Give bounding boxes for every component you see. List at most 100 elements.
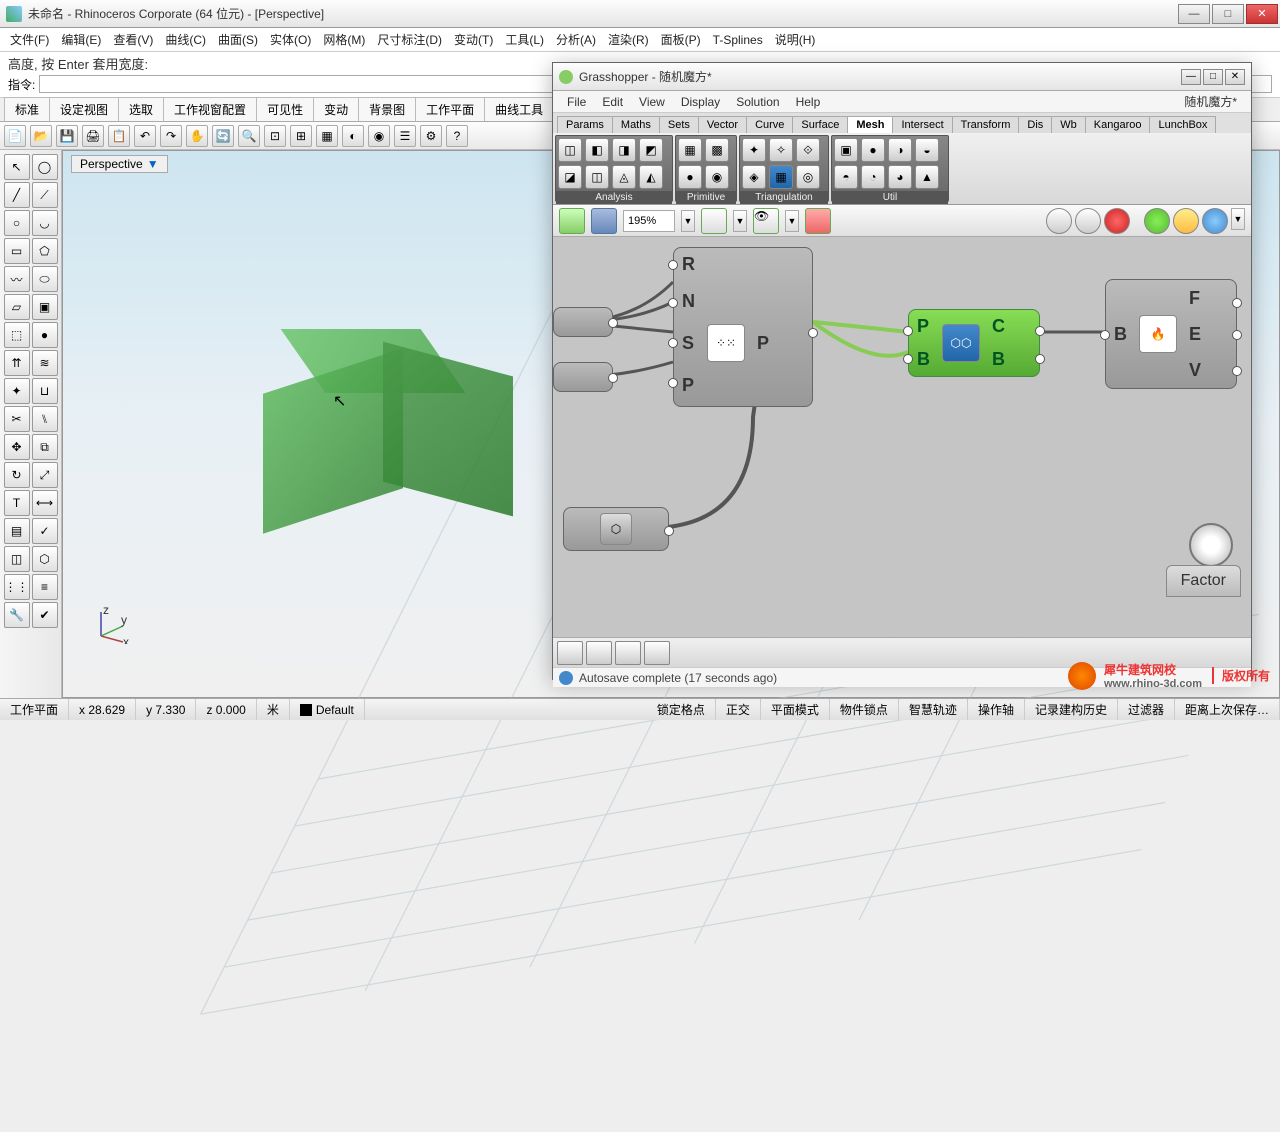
gh-titlebar[interactable]: Grasshopper - 随机魔方* — □ ✕	[553, 63, 1251, 91]
gh-doc-name[interactable]: 随机魔方*	[1176, 91, 1245, 112]
tab-standard[interactable]: 标准	[4, 97, 50, 121]
split-icon[interactable]: ⑊	[32, 406, 58, 432]
gh-tab-surface[interactable]: Surface	[792, 116, 848, 133]
render-icon[interactable]: ◉	[368, 125, 390, 147]
gh-node-populate[interactable]: R N S P ⁘⁙ P	[673, 247, 813, 407]
dim-icon[interactable]: ⟷	[32, 490, 58, 516]
status-smarttrack[interactable]: 智慧轨迹	[899, 699, 968, 720]
status-filter[interactable]: 过滤器	[1118, 699, 1175, 720]
menu-surface[interactable]: 曲面(S)	[212, 29, 264, 50]
layers-icon[interactable]: ☰	[394, 125, 416, 147]
gh-shade-icon[interactable]	[1046, 208, 1072, 234]
gh-menu-edit[interactable]: Edit	[594, 93, 631, 111]
menu-help[interactable]: 说明(H)	[769, 29, 822, 50]
comp-icon[interactable]: ✧	[769, 138, 793, 162]
status-osnap[interactable]: 物件锁点	[830, 699, 899, 720]
gh-tab-transform[interactable]: Transform	[952, 116, 1020, 133]
comp-icon[interactable]: ▦	[678, 138, 702, 162]
menu-transform[interactable]: 变动(T)	[448, 29, 499, 50]
comp-icon[interactable]: ◧	[585, 138, 609, 162]
zoomwin-icon[interactable]: ⊞	[290, 125, 312, 147]
status-cplane[interactable]: 工作平面	[0, 699, 69, 720]
comp-icon[interactable]: ✦	[742, 138, 766, 162]
menu-dim[interactable]: 尺寸标注(D)	[371, 29, 448, 50]
zoom-icon[interactable]: 🔍	[238, 125, 260, 147]
hatch-icon[interactable]: ▤	[4, 518, 30, 544]
comp-icon[interactable]: ◒	[915, 138, 939, 162]
gh-tab-sets[interactable]: Sets	[659, 116, 699, 133]
gh-tab-vector[interactable]: Vector	[698, 116, 747, 133]
box-icon[interactable]: ⬚	[4, 322, 30, 348]
new-icon[interactable]: 📄	[4, 125, 26, 147]
gh-bb-2[interactable]	[586, 641, 612, 665]
comp-icon[interactable]: ◑	[888, 138, 912, 162]
circle-icon[interactable]: ○	[4, 210, 30, 236]
gh-bb-4[interactable]	[644, 641, 670, 665]
misc-icon[interactable]: ⬡	[32, 546, 58, 572]
props-icon[interactable]: ⚙	[420, 125, 442, 147]
status-history[interactable]: 记录建构历史	[1025, 699, 1118, 720]
gh-menu-display[interactable]: Display	[673, 93, 728, 111]
menubar[interactable]: 文件(F) 编辑(E) 查看(V) 曲线(C) 曲面(S) 实体(O) 网格(M…	[0, 28, 1280, 52]
gh-preview-dd[interactable]: ▼	[785, 210, 799, 232]
mesh-geometry[interactable]	[263, 331, 473, 531]
tab-setview[interactable]: 设定视图	[49, 97, 119, 121]
gh-sketch-icon[interactable]	[805, 208, 831, 234]
pointer-icon[interactable]: ↖	[4, 154, 30, 180]
gh-node-brep[interactable]: ⬡	[563, 507, 669, 551]
menu-analyze[interactable]: 分析(A)	[550, 29, 602, 50]
rect-icon[interactable]: ▭	[4, 238, 30, 264]
comp-icon[interactable]: ◪	[558, 165, 582, 189]
gh-node-voronoi[interactable]: PB ⬡⬡ CB	[908, 309, 1040, 377]
gh-menu-view[interactable]: View	[631, 93, 673, 111]
tab-transform[interactable]: 变动	[313, 97, 359, 121]
line-icon[interactable]: ╱	[4, 182, 30, 208]
gh-tab-curve[interactable]: Curve	[746, 116, 793, 133]
cube-icon[interactable]: ◫	[4, 546, 30, 572]
gh-bb-3[interactable]	[615, 641, 641, 665]
gh-bb-1[interactable]	[557, 641, 583, 665]
comp-icon[interactable]: ◩	[639, 138, 663, 162]
status-planar[interactable]: 平面模式	[761, 699, 830, 720]
comp-icon[interactable]: ◈	[742, 165, 766, 189]
zoomext-icon[interactable]: ⊡	[264, 125, 286, 147]
gh-settings-icon[interactable]	[1202, 208, 1228, 234]
comp-icon[interactable]: ●	[861, 138, 885, 162]
grid-icon[interactable]: ▦	[316, 125, 338, 147]
gh-zoomext-icon[interactable]	[701, 208, 727, 234]
gh-nopreview-icon[interactable]	[1104, 208, 1130, 234]
status-gridsnap[interactable]: 锁定格点	[647, 699, 716, 720]
tab-curvetools[interactable]: 曲线工具	[484, 97, 554, 121]
pan-icon[interactable]: ✋	[186, 125, 208, 147]
comp-icon[interactable]: ●	[678, 165, 702, 189]
gh-zoom-input[interactable]	[623, 210, 675, 232]
gh-tab-lunchbox[interactable]: LunchBox	[1149, 116, 1216, 133]
menu-tsplines[interactable]: T-Splines	[707, 31, 769, 49]
lasso-icon[interactable]: ◯	[32, 154, 58, 180]
wrench-icon[interactable]: 🔧	[4, 602, 30, 628]
gh-meshpreview-icon[interactable]	[1173, 208, 1199, 234]
copy2-icon[interactable]: ⧉	[32, 434, 58, 460]
tab-select[interactable]: 选取	[118, 97, 164, 121]
menu-curve[interactable]: 曲线(C)	[159, 29, 212, 50]
surface-icon[interactable]: ▱	[4, 294, 30, 320]
copy-icon[interactable]: 📋	[108, 125, 130, 147]
open-icon[interactable]: 📂	[30, 125, 52, 147]
comp-icon[interactable]: ◔	[861, 165, 885, 189]
viewport-label[interactable]: Perspective▼	[71, 155, 168, 173]
gh-tab-mesh[interactable]: Mesh	[847, 116, 893, 133]
comp-icon[interactable]: ◨	[612, 138, 636, 162]
gh-tab-maths[interactable]: Maths	[612, 116, 660, 133]
join-icon[interactable]: ⊔	[32, 378, 58, 404]
comp-icon[interactable]: ◎	[796, 165, 820, 189]
rotate2-icon[interactable]: ↻	[4, 462, 30, 488]
explode-icon[interactable]: ✦	[4, 378, 30, 404]
gh-tab-intersect[interactable]: Intersect	[892, 116, 952, 133]
tab-cplane[interactable]: 工作平面	[415, 97, 485, 121]
gh-zoom-dd2[interactable]: ▼	[733, 210, 747, 232]
gh-wire-icon[interactable]	[1075, 208, 1101, 234]
sphere-icon[interactable]: ●	[32, 322, 58, 348]
status-ortho[interactable]: 正交	[716, 699, 761, 720]
gh-node-param[interactable]	[553, 307, 613, 337]
gh-preview-icon[interactable]: 👁	[753, 208, 779, 234]
